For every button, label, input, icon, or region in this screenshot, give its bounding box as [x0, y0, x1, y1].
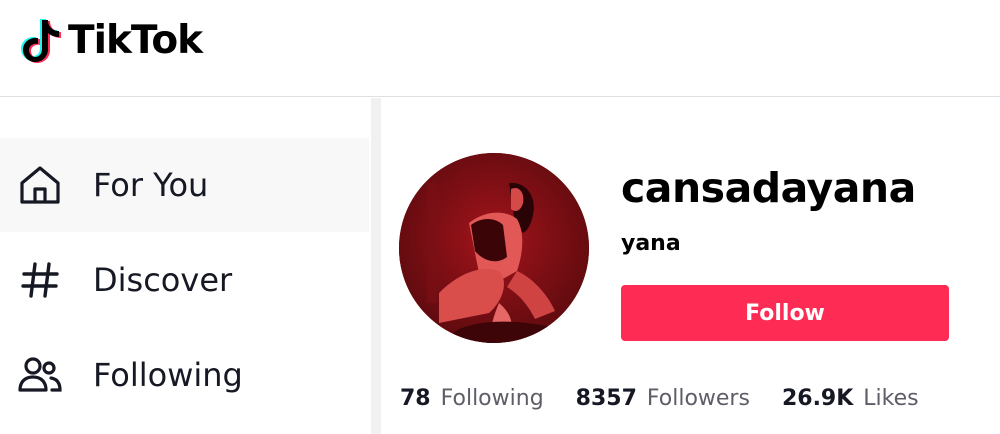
- hashtag-icon: [16, 256, 64, 304]
- sidebar-item-for-you[interactable]: For You: [0, 138, 369, 232]
- followers-count: 8357: [575, 386, 637, 411]
- follow-button[interactable]: Follow: [621, 285, 949, 341]
- sidebar-divider: [371, 98, 381, 434]
- user-profile: cansadayana yana Follow 78 Following 835…: [381, 98, 1000, 434]
- likes-count: 26.9K: [781, 386, 854, 411]
- tiktok-note-icon: [21, 19, 61, 63]
- sidebar-item-discover[interactable]: Discover: [0, 233, 369, 327]
- likes-stat: 26.9K Likes: [782, 386, 919, 411]
- logo-wordmark: TikTok: [68, 17, 203, 63]
- sidebar-item-following[interactable]: Following: [0, 328, 369, 422]
- followers-stat[interactable]: 8357 Followers: [576, 386, 750, 411]
- following-count: 78: [400, 386, 431, 411]
- profile-username: cansadayana: [621, 164, 916, 212]
- profile-nickname: yana: [621, 231, 681, 256]
- followers-label: Followers: [646, 386, 750, 411]
- home-icon: [16, 161, 64, 209]
- following-stat[interactable]: 78 Following: [400, 386, 544, 411]
- sidebar-item-label: Following: [93, 356, 243, 394]
- top-header: TikTok: [0, 0, 1000, 97]
- tiktok-logo[interactable]: TikTok: [18, 14, 203, 66]
- profile-avatar[interactable]: [399, 153, 589, 343]
- following-label: Following: [440, 386, 544, 411]
- users-icon: [16, 351, 64, 399]
- profile-stats: 78 Following 8357 Followers 26.9K Likes: [400, 386, 951, 411]
- sidebar-item-label: Discover: [93, 261, 233, 299]
- sidebar-item-label: For You: [93, 166, 209, 204]
- likes-label: Likes: [863, 386, 919, 411]
- avatar-photo: [399, 153, 589, 343]
- sidebar-nav: For You Discover Following: [0, 98, 371, 434]
